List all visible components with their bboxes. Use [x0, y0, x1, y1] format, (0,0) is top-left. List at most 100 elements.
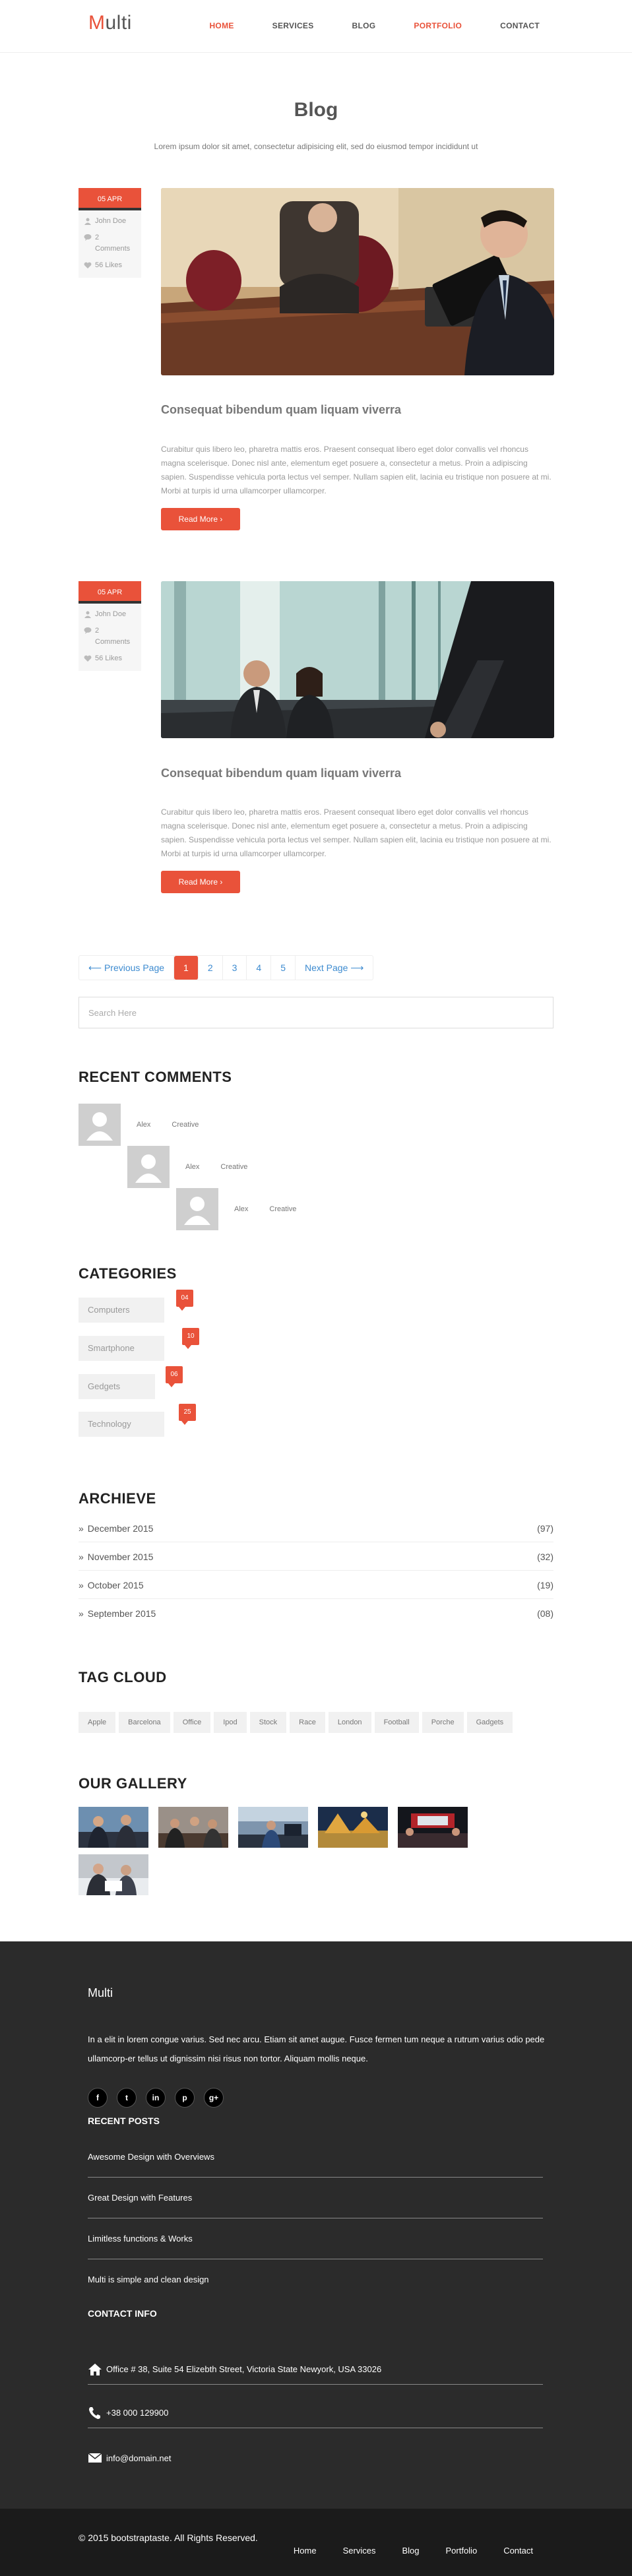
pinterest-icon[interactable]: p — [175, 2088, 195, 2108]
post-title[interactable]: Consequat bibendum quam liquam viverra — [161, 767, 401, 780]
twitter-icon[interactable]: t — [117, 2088, 137, 2108]
page-link-5[interactable]: 5 — [271, 956, 296, 980]
page-link-2[interactable]: 2 — [199, 956, 223, 980]
search-input[interactable] — [79, 997, 553, 1028]
tag-gadgets[interactable]: Gadgets — [466, 1712, 513, 1733]
archive-left: » September 2015 — [79, 1600, 156, 1627]
category-smartphone[interactable]: Smartphone — [79, 1336, 164, 1361]
recent-post-link[interactable]: Limitless functions & Works — [88, 2218, 543, 2259]
google-plus-icon[interactable]: g+ — [204, 2088, 224, 2108]
archive-item[interactable]: » October 2015 (19) — [79, 1571, 553, 1599]
archive-item[interactable]: » December 2015 (97) — [79, 1515, 553, 1542]
post-likes[interactable]: 56 Likes — [95, 653, 122, 664]
category-computers[interactable]: Computers — [79, 1298, 164, 1323]
gallery-thumbnail[interactable] — [79, 1807, 148, 1848]
author-row: John Doe — [84, 609, 136, 620]
comment-item[interactable]: Alex Creative — [127, 1146, 247, 1188]
linkedin-icon[interactable]: in — [146, 2088, 166, 2108]
nav-services[interactable]: SERVICES — [272, 21, 314, 30]
nav-contact[interactable]: CONTACT — [500, 21, 540, 30]
tag-london[interactable]: London — [328, 1712, 371, 1733]
comment-item[interactable]: Alex Creative — [79, 1104, 199, 1146]
tag-list: Apple Barcelona Office Ipod Stock Race L… — [79, 1712, 513, 1733]
post-likes[interactable]: 56 Likes — [95, 260, 122, 271]
tag-porche[interactable]: Porche — [422, 1712, 464, 1733]
post-image[interactable] — [161, 188, 554, 375]
site-logo[interactable]: Multi — [88, 12, 132, 34]
archive-month: October 2015 — [87, 1579, 144, 1590]
nav-blog[interactable]: BLOG — [352, 21, 376, 30]
tag-apple[interactable]: Apple — [79, 1712, 116, 1733]
archive-item[interactable]: » November 2015 (32) — [79, 1543, 553, 1571]
page-link-3[interactable]: 3 — [223, 956, 247, 980]
post-comments[interactable]: 2 Comments — [95, 625, 136, 648]
recent-post-link[interactable]: Great Design with Features — [88, 2178, 543, 2218]
contact-info-title: CONTACT INFO — [88, 2308, 157, 2319]
tag-race[interactable]: Race — [290, 1712, 325, 1733]
tag-ipod[interactable]: Ipod — [214, 1712, 247, 1733]
date-badge: 05 APR — [79, 581, 141, 604]
recent-post-link[interactable]: Awesome Design with Overviews — [88, 2137, 543, 2178]
read-more-button[interactable]: Read More › — [161, 508, 240, 530]
read-more-button[interactable]: Read More › — [161, 871, 240, 893]
footer-nav-blog[interactable]: Blog — [402, 2546, 419, 2556]
user-icon — [84, 218, 91, 225]
comments-row: 2 Comments — [84, 232, 136, 255]
comment-meta: Alex Creative — [185, 1163, 247, 1171]
post-excerpt: Curabitur quis libero leo, pharetra matt… — [161, 445, 552, 495]
archive-left: » November 2015 — [79, 1543, 153, 1570]
gallery-title: OUR GALLERY — [79, 1775, 187, 1792]
footer-nav-portfolio[interactable]: Portfolio — [445, 2546, 477, 2556]
comment-author: Alex — [234, 1205, 249, 1213]
logo-first-letter: M — [88, 12, 106, 34]
gallery-thumbnail[interactable] — [398, 1807, 468, 1848]
categories-title: CATEGORIES — [79, 1265, 177, 1282]
category-technology[interactable]: Technology — [79, 1412, 164, 1437]
date-badge: 05 APR — [79, 188, 141, 210]
previous-page-link[interactable]: ⟵ Previous Page — [79, 956, 175, 980]
archive-item[interactable]: » September 2015 (08) — [79, 1600, 553, 1627]
avatar — [127, 1146, 170, 1188]
pagination: ⟵ Previous Page 1 2 3 4 5 Next Page ⟶ — [79, 955, 374, 980]
email-text[interactable]: info@domain.net — [106, 2453, 171, 2463]
tag-football[interactable]: Football — [374, 1712, 419, 1733]
tag-stock[interactable]: Stock — [249, 1712, 287, 1733]
post-comments[interactable]: 2 Comments — [95, 232, 136, 255]
category-count-badge: 04 — [176, 1290, 193, 1311]
gallery-thumbnail[interactable] — [158, 1807, 228, 1848]
page-link-4[interactable]: 4 — [247, 956, 272, 980]
recent-post-link[interactable]: Multi is simple and clean design — [88, 2259, 543, 2300]
phone-text[interactable]: +38 000 129900 — [106, 2408, 168, 2418]
author-row: John Doe — [84, 216, 136, 227]
post-author[interactable]: John Doe — [95, 216, 126, 227]
comment-author: Alex — [185, 1163, 200, 1171]
comment-item[interactable]: Alex Creative — [176, 1188, 296, 1230]
chevron-right-icon: » — [79, 1608, 84, 1619]
tag-office[interactable]: Office — [173, 1712, 211, 1733]
next-page-link[interactable]: Next Page ⟶ — [296, 956, 373, 980]
footer-nav-contact[interactable]: Contact — [503, 2546, 533, 2556]
heart-icon — [84, 262, 92, 268]
social-links: f t in p g+ — [88, 2088, 224, 2108]
gallery-thumbnail[interactable] — [79, 1854, 148, 1895]
post-author[interactable]: John Doe — [95, 609, 126, 620]
category-gedgets[interactable]: Gedgets — [79, 1374, 155, 1399]
tag-barcelona[interactable]: Barcelona — [119, 1712, 170, 1733]
archive-count: (32) — [537, 1552, 553, 1562]
post-title[interactable]: Consequat bibendum quam liquam viverra — [161, 403, 401, 417]
nav-home[interactable]: HOME — [209, 21, 234, 30]
archive-left: » October 2015 — [79, 1571, 144, 1598]
archive-count: (97) — [537, 1523, 553, 1534]
nav-portfolio[interactable]: PORTFOLIO — [414, 21, 462, 30]
facebook-icon[interactable]: f — [88, 2088, 108, 2108]
gallery-thumbnail[interactable] — [238, 1807, 308, 1848]
archive-month: September 2015 — [87, 1608, 156, 1619]
comment-meta: Alex Creative — [137, 1121, 199, 1129]
footer-nav-services[interactable]: Services — [343, 2546, 376, 2556]
gallery-thumbnail[interactable] — [318, 1807, 388, 1848]
page-link-1[interactable]: 1 — [174, 956, 199, 980]
recent-comments-title: RECENT COMMENTS — [79, 1069, 232, 1085]
footer-nav-home[interactable]: Home — [294, 2546, 317, 2556]
post-image[interactable] — [161, 581, 554, 738]
post-meta-column: 05 APR John Doe 2 Comments 56 Likes — [79, 188, 141, 278]
